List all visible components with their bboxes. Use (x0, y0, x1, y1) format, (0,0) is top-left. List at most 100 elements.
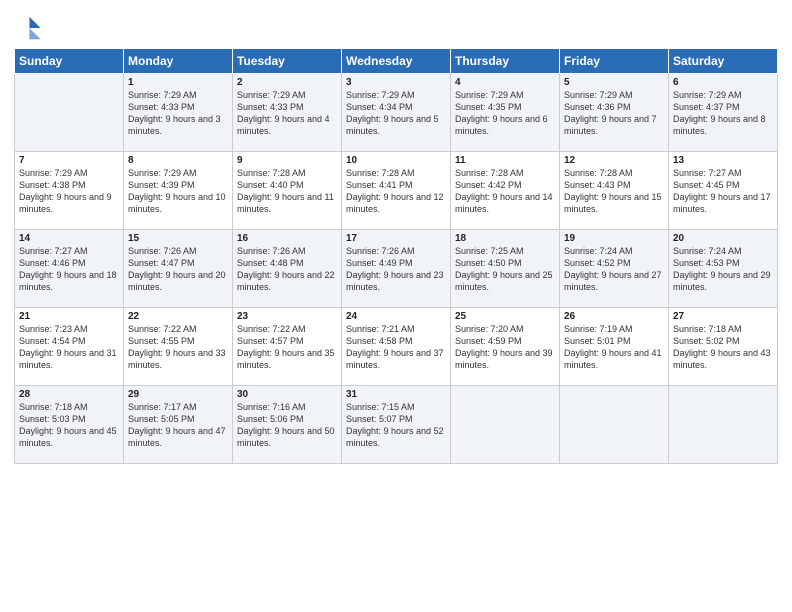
cell-content: Sunrise: 7:29 AMSunset: 4:38 PMDaylight:… (19, 167, 119, 216)
cell-content: Sunrise: 7:29 AMSunset: 4:37 PMDaylight:… (673, 89, 773, 138)
cell-content: Sunrise: 7:23 AMSunset: 4:54 PMDaylight:… (19, 323, 119, 372)
header-cell-sunday: Sunday (15, 49, 124, 74)
cell-content: Sunrise: 7:29 AMSunset: 4:35 PMDaylight:… (455, 89, 555, 138)
calendar-cell: 10Sunrise: 7:28 AMSunset: 4:41 PMDayligh… (342, 152, 451, 230)
calendar-cell: 25Sunrise: 7:20 AMSunset: 4:59 PMDayligh… (451, 308, 560, 386)
calendar-cell: 5Sunrise: 7:29 AMSunset: 4:36 PMDaylight… (560, 74, 669, 152)
day-number: 6 (673, 77, 773, 88)
header-cell-thursday: Thursday (451, 49, 560, 74)
cell-content: Sunrise: 7:24 AMSunset: 4:52 PMDaylight:… (564, 245, 664, 294)
day-number: 8 (128, 155, 228, 166)
cell-content: Sunrise: 7:25 AMSunset: 4:50 PMDaylight:… (455, 245, 555, 294)
calendar-cell: 26Sunrise: 7:19 AMSunset: 5:01 PMDayligh… (560, 308, 669, 386)
calendar-cell: 30Sunrise: 7:16 AMSunset: 5:06 PMDayligh… (233, 386, 342, 464)
cell-content: Sunrise: 7:28 AMSunset: 4:41 PMDaylight:… (346, 167, 446, 216)
cell-content: Sunrise: 7:29 AMSunset: 4:39 PMDaylight:… (128, 167, 228, 216)
week-row-4: 21Sunrise: 7:23 AMSunset: 4:54 PMDayligh… (15, 308, 778, 386)
day-number: 15 (128, 233, 228, 244)
header (14, 10, 778, 42)
day-number: 23 (237, 311, 337, 322)
day-number: 14 (19, 233, 119, 244)
cell-content: Sunrise: 7:28 AMSunset: 4:43 PMDaylight:… (564, 167, 664, 216)
cell-content: Sunrise: 7:22 AMSunset: 4:55 PMDaylight:… (128, 323, 228, 372)
calendar-cell: 13Sunrise: 7:27 AMSunset: 4:45 PMDayligh… (669, 152, 778, 230)
day-number: 20 (673, 233, 773, 244)
day-number: 25 (455, 311, 555, 322)
header-cell-saturday: Saturday (669, 49, 778, 74)
cell-content: Sunrise: 7:27 AMSunset: 4:46 PMDaylight:… (19, 245, 119, 294)
calendar-cell: 17Sunrise: 7:26 AMSunset: 4:49 PMDayligh… (342, 230, 451, 308)
calendar-body: 1Sunrise: 7:29 AMSunset: 4:33 PMDaylight… (15, 74, 778, 464)
cell-content: Sunrise: 7:19 AMSunset: 5:01 PMDaylight:… (564, 323, 664, 372)
cell-content: Sunrise: 7:29 AMSunset: 4:36 PMDaylight:… (564, 89, 664, 138)
cell-content: Sunrise: 7:26 AMSunset: 4:47 PMDaylight:… (128, 245, 228, 294)
calendar-cell: 8Sunrise: 7:29 AMSunset: 4:39 PMDaylight… (124, 152, 233, 230)
logo (14, 14, 44, 42)
header-cell-monday: Monday (124, 49, 233, 74)
calendar-cell: 19Sunrise: 7:24 AMSunset: 4:52 PMDayligh… (560, 230, 669, 308)
day-number: 26 (564, 311, 664, 322)
calendar-cell: 22Sunrise: 7:22 AMSunset: 4:55 PMDayligh… (124, 308, 233, 386)
calendar-cell: 16Sunrise: 7:26 AMSunset: 4:48 PMDayligh… (233, 230, 342, 308)
day-number: 27 (673, 311, 773, 322)
day-number: 3 (346, 77, 446, 88)
week-row-3: 14Sunrise: 7:27 AMSunset: 4:46 PMDayligh… (15, 230, 778, 308)
calendar-cell (669, 386, 778, 464)
cell-content: Sunrise: 7:18 AMSunset: 5:03 PMDaylight:… (19, 401, 119, 450)
cell-content: Sunrise: 7:28 AMSunset: 4:42 PMDaylight:… (455, 167, 555, 216)
header-row: SundayMondayTuesdayWednesdayThursdayFrid… (15, 49, 778, 74)
day-number: 7 (19, 155, 119, 166)
calendar-cell: 18Sunrise: 7:25 AMSunset: 4:50 PMDayligh… (451, 230, 560, 308)
calendar-cell: 1Sunrise: 7:29 AMSunset: 4:33 PMDaylight… (124, 74, 233, 152)
calendar-cell: 28Sunrise: 7:18 AMSunset: 5:03 PMDayligh… (15, 386, 124, 464)
calendar-cell: 15Sunrise: 7:26 AMSunset: 4:47 PMDayligh… (124, 230, 233, 308)
day-number: 16 (237, 233, 337, 244)
day-number: 10 (346, 155, 446, 166)
day-number: 13 (673, 155, 773, 166)
cell-content: Sunrise: 7:26 AMSunset: 4:48 PMDaylight:… (237, 245, 337, 294)
cell-content: Sunrise: 7:17 AMSunset: 5:05 PMDaylight:… (128, 401, 228, 450)
cell-content: Sunrise: 7:29 AMSunset: 4:33 PMDaylight:… (128, 89, 228, 138)
header-cell-friday: Friday (560, 49, 669, 74)
calendar-cell: 2Sunrise: 7:29 AMSunset: 4:33 PMDaylight… (233, 74, 342, 152)
day-number: 1 (128, 77, 228, 88)
cell-content: Sunrise: 7:28 AMSunset: 4:40 PMDaylight:… (237, 167, 337, 216)
calendar-cell: 14Sunrise: 7:27 AMSunset: 4:46 PMDayligh… (15, 230, 124, 308)
calendar-cell: 27Sunrise: 7:18 AMSunset: 5:02 PMDayligh… (669, 308, 778, 386)
calendar-cell: 24Sunrise: 7:21 AMSunset: 4:58 PMDayligh… (342, 308, 451, 386)
cell-content: Sunrise: 7:18 AMSunset: 5:02 PMDaylight:… (673, 323, 773, 372)
logo-icon (14, 14, 42, 42)
day-number: 5 (564, 77, 664, 88)
header-cell-tuesday: Tuesday (233, 49, 342, 74)
day-number: 30 (237, 389, 337, 400)
calendar-cell: 23Sunrise: 7:22 AMSunset: 4:57 PMDayligh… (233, 308, 342, 386)
calendar-cell: 3Sunrise: 7:29 AMSunset: 4:34 PMDaylight… (342, 74, 451, 152)
cell-content: Sunrise: 7:15 AMSunset: 5:07 PMDaylight:… (346, 401, 446, 450)
cell-content: Sunrise: 7:24 AMSunset: 4:53 PMDaylight:… (673, 245, 773, 294)
page: SundayMondayTuesdayWednesdayThursdayFrid… (0, 0, 792, 612)
day-number: 4 (455, 77, 555, 88)
calendar-cell (560, 386, 669, 464)
calendar-cell: 7Sunrise: 7:29 AMSunset: 4:38 PMDaylight… (15, 152, 124, 230)
calendar-cell: 9Sunrise: 7:28 AMSunset: 4:40 PMDaylight… (233, 152, 342, 230)
calendar-cell: 4Sunrise: 7:29 AMSunset: 4:35 PMDaylight… (451, 74, 560, 152)
calendar-cell: 21Sunrise: 7:23 AMSunset: 4:54 PMDayligh… (15, 308, 124, 386)
cell-content: Sunrise: 7:29 AMSunset: 4:33 PMDaylight:… (237, 89, 337, 138)
day-number: 17 (346, 233, 446, 244)
calendar-cell: 11Sunrise: 7:28 AMSunset: 4:42 PMDayligh… (451, 152, 560, 230)
cell-content: Sunrise: 7:27 AMSunset: 4:45 PMDaylight:… (673, 167, 773, 216)
calendar-header: SundayMondayTuesdayWednesdayThursdayFrid… (15, 49, 778, 74)
calendar-cell: 12Sunrise: 7:28 AMSunset: 4:43 PMDayligh… (560, 152, 669, 230)
day-number: 9 (237, 155, 337, 166)
day-number: 28 (19, 389, 119, 400)
calendar-table: SundayMondayTuesdayWednesdayThursdayFrid… (14, 48, 778, 464)
cell-content: Sunrise: 7:29 AMSunset: 4:34 PMDaylight:… (346, 89, 446, 138)
calendar-cell: 6Sunrise: 7:29 AMSunset: 4:37 PMDaylight… (669, 74, 778, 152)
cell-content: Sunrise: 7:21 AMSunset: 4:58 PMDaylight:… (346, 323, 446, 372)
header-cell-wednesday: Wednesday (342, 49, 451, 74)
day-number: 21 (19, 311, 119, 322)
cell-content: Sunrise: 7:20 AMSunset: 4:59 PMDaylight:… (455, 323, 555, 372)
day-number: 29 (128, 389, 228, 400)
week-row-1: 1Sunrise: 7:29 AMSunset: 4:33 PMDaylight… (15, 74, 778, 152)
calendar-cell: 29Sunrise: 7:17 AMSunset: 5:05 PMDayligh… (124, 386, 233, 464)
